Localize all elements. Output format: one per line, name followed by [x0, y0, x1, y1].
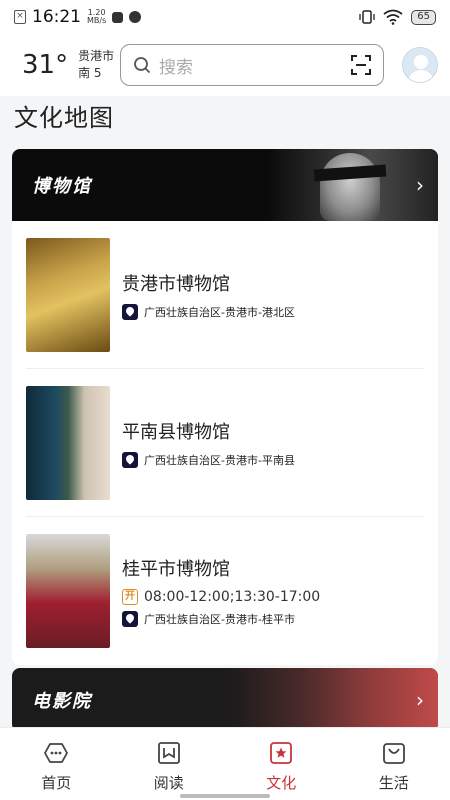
shopping-bag-icon — [382, 743, 405, 764]
status-bar: × 16:21 1.20 MB/s 65 — [0, 0, 450, 34]
chevron-right-icon: › — [416, 173, 424, 197]
list-item[interactable]: 平南县博物馆 广西壮族自治区-贵港市-平南县 — [26, 369, 424, 517]
avatar[interactable] — [402, 47, 438, 83]
battery-indicator: 65 — [411, 9, 436, 25]
nav-reading-label: 阅读 — [153, 774, 184, 792]
museum-name: 平南县博物馆 — [122, 421, 230, 443]
page-title: 文化地图 — [14, 104, 114, 132]
list-item[interactable]: 桂平市博物馆 开 08:00-12:00;13:30-17:00 广西壮族自治区… — [26, 517, 424, 665]
nav-life-label: 生活 — [378, 774, 409, 792]
museum-address: 广西壮族自治区-贵港市-港北区 — [144, 305, 295, 319]
location-pin-icon — [122, 611, 138, 627]
museum-banner[interactable]: 博物馆 › — [12, 149, 438, 221]
wifi-icon — [383, 9, 403, 25]
browser-notification-icon — [129, 11, 142, 23]
museum-card: 博物馆 › 贵港市博物馆 广西壮族自治区-贵港市-港北区 平南县博物馆 广西壮族… — [12, 149, 438, 665]
network-speed: 1.20 MB/s — [87, 8, 107, 25]
weather-widget[interactable]: 31° 贵港市 南 5 — [12, 48, 120, 82]
location-pin-icon — [122, 451, 138, 468]
museum-thumbnail — [26, 385, 110, 500]
museum-banner-title: 博物馆 — [32, 176, 92, 197]
header: 31° 贵港市 南 5 搜索 — [0, 34, 450, 96]
nav-culture[interactable]: 文化 — [225, 728, 338, 800]
search-input[interactable]: 搜索 — [120, 44, 384, 86]
nav-reading[interactable]: 阅读 — [113, 728, 226, 800]
temperature: 31° — [22, 50, 69, 80]
book-icon — [157, 742, 180, 764]
nav-home-label: 首页 — [41, 774, 72, 792]
cinema-card: 电影院 › — [12, 668, 438, 732]
bottom-nav: 首页 阅读 文化 生活 — [0, 727, 450, 800]
home-icon — [44, 743, 69, 763]
wind-info: 南 5 — [78, 66, 102, 80]
museum-banner-image — [268, 149, 438, 221]
culture-star-icon — [270, 742, 293, 764]
chevron-right-icon: › — [416, 688, 424, 712]
home-indicator — [180, 794, 270, 798]
opening-hours: 08:00-12:00;13:30-17:00 — [144, 589, 321, 605]
cinema-banner-image — [228, 668, 438, 732]
status-time: 16:21 — [32, 7, 81, 27]
cinema-banner[interactable]: 电影院 › — [12, 668, 438, 732]
open-hours-icon: 开 — [122, 589, 138, 605]
notification-icon: × — [14, 10, 26, 24]
museum-name: 贵港市博物馆 — [122, 273, 230, 295]
app-notification-icon — [112, 11, 124, 23]
nav-culture-label: 文化 — [266, 774, 297, 792]
museum-thumbnail — [26, 534, 110, 648]
search-placeholder: 搜索 — [159, 57, 193, 78]
museum-thumbnail — [26, 237, 110, 352]
museum-address: 广西壮族自治区-贵港市-平南县 — [144, 453, 295, 467]
museum-address: 广西壮族自治区-贵港市-桂平市 — [144, 613, 295, 626]
location-pin-icon — [122, 303, 138, 320]
vibrate-icon — [359, 10, 375, 24]
nav-home[interactable]: 首页 — [0, 728, 113, 800]
scan-icon[interactable] — [351, 55, 371, 75]
city-name: 贵港市 — [78, 49, 115, 63]
museum-name: 桂平市博物馆 — [122, 559, 230, 580]
search-icon — [134, 57, 151, 74]
location: 贵港市 南 5 — [78, 48, 114, 82]
cinema-banner-title: 电影院 — [32, 691, 92, 712]
list-item[interactable]: 贵港市博物馆 广西壮族自治区-贵港市-港北区 — [26, 221, 424, 369]
nav-life[interactable]: 生活 — [338, 728, 450, 800]
